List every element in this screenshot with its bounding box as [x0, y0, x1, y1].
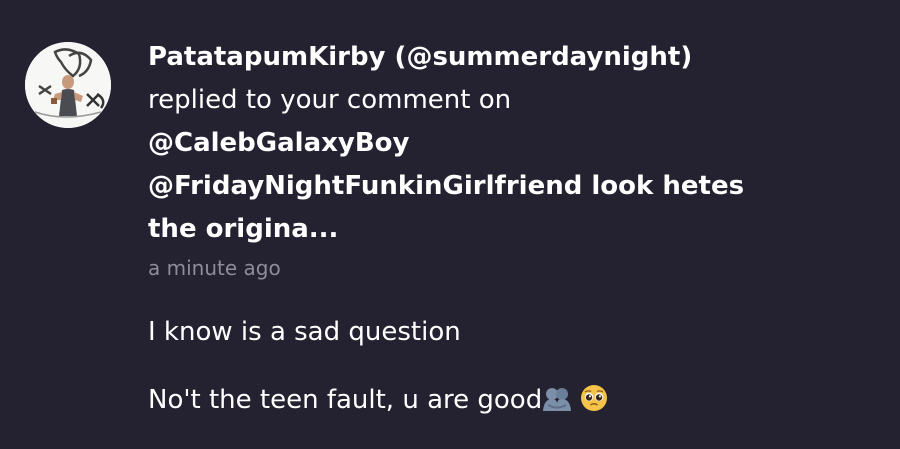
reply-message-2-row: No't the teen fault, u are good [148, 382, 868, 422]
action-text: replied to your comment on [148, 85, 512, 115]
reply-notification[interactable]: PatatapumKirby (@summerdaynight) replied… [0, 0, 900, 449]
reply-message-2: No't the teen fault, u are good [148, 385, 543, 415]
timestamp: a minute ago [148, 256, 281, 280]
user-avatar[interactable] [25, 42, 111, 128]
reply-message-1: I know is a sad question [148, 317, 461, 347]
comment-preview-line-1[interactable]: @FridayNightFunkinGirlfriend look hetes [148, 165, 868, 208]
people-hugging-emoji-icon [542, 386, 572, 422]
sender-name[interactable]: PatatapumKirby (@summerdaynight) [148, 36, 868, 79]
notification-content: PatatapumKirby (@summerdaynight) replied… [148, 36, 868, 422]
target-mention[interactable]: @CalebGalaxyBoy [148, 122, 868, 165]
pleading-face-emoji-icon [580, 384, 608, 422]
comment-preview-line-2[interactable]: the origina... [148, 208, 868, 251]
user-avatar-icon [25, 42, 111, 128]
